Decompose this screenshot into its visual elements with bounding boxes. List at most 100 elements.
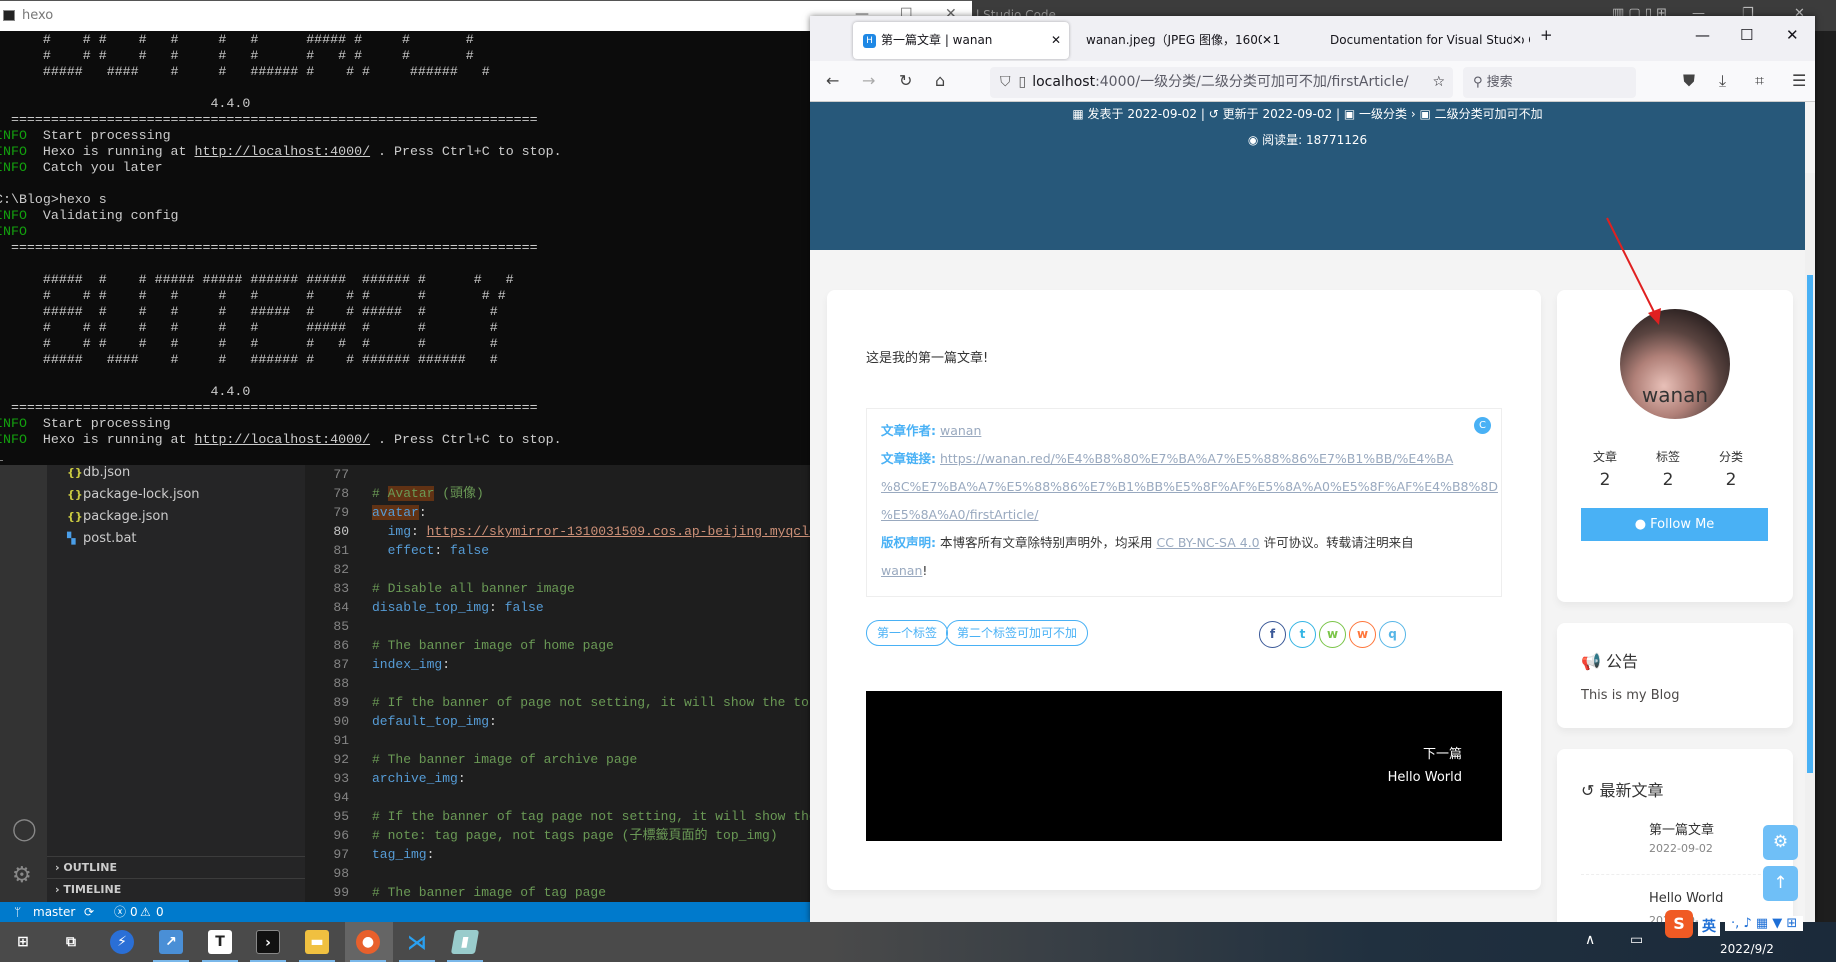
terminal-output[interactable]: # # # # # # # ##### # # # # # # # # # # … (0, 31, 810, 465)
code-line: 94 (305, 788, 810, 807)
branch-icon: ᛘ (14, 905, 22, 919)
ime-language[interactable]: 英 (1698, 916, 1720, 936)
terminal-line: ##### # # ##### ##### ###### ##### #####… (0, 272, 514, 288)
file-item[interactable]: {}db.json (67, 462, 130, 484)
terminal-text: # # # # # # # ##### # # # (0, 32, 474, 47)
clock-date[interactable]: 2022/9/2 (1720, 942, 1774, 956)
code-token: # If the banner of tag page not setting,… (372, 809, 810, 824)
error-icon: ⓧ (114, 905, 127, 919)
code-token: img (372, 524, 412, 539)
code-token: # note: tag page, not tags page (子標籤頁面的 … (372, 828, 778, 843)
code-token: : (457, 771, 466, 786)
network-icon[interactable]: ▭ (1630, 932, 1643, 948)
typora-icon[interactable]: T (208, 930, 232, 954)
terminal-text: C:\Blog>hexo s (0, 192, 107, 207)
terminal-text: # # # # # # # # # # # # (0, 336, 498, 351)
code-line: 77 (305, 465, 810, 484)
code-line: 84 disable_top_img: false (305, 598, 810, 617)
code-text: disable_top_img: false (372, 598, 544, 617)
code-text: tag_img: (372, 845, 434, 864)
terminal-icon[interactable]: › (256, 930, 280, 954)
section-timeline[interactable]: › TIMELINE (47, 878, 305, 900)
terminal-text: 4.4.0 (0, 96, 251, 111)
terminal-text: ========================================… (0, 400, 538, 415)
file-name: post.bat (83, 531, 137, 546)
code-token: : (442, 657, 451, 672)
section-outline[interactable]: › OUTLINE (47, 856, 305, 878)
terminal-line: INFO Hexo is running at http://localhost… (0, 144, 562, 160)
terminal-text: Hexo is running at (26, 432, 195, 447)
json-icon: {} (67, 510, 83, 523)
line-number: 78 (333, 486, 349, 501)
account-icon[interactable]: ◯ (12, 817, 37, 842)
code-token: # If the banner of page not setting, it … (372, 695, 810, 710)
code-token: : (411, 524, 427, 539)
warning-count[interactable]: 0 (156, 902, 164, 922)
line-number: 87 (333, 657, 349, 672)
windows-bat-icon: ▚ (67, 532, 76, 545)
code-token: : (434, 543, 451, 558)
task-view-icon[interactable]: ⧉ (59, 930, 83, 954)
terminal-text: ##### # # # # ##### # # ##### # # (0, 304, 498, 319)
file-item[interactable]: ▚ post.bat (67, 528, 137, 550)
line-number: 79 (333, 505, 349, 520)
gear-icon[interactable]: ⚙ (12, 863, 32, 888)
code-token: : (426, 847, 435, 862)
terminal-line: INFO Hexo is running at http://localhost… (0, 432, 562, 448)
terminal-text: Start processing (26, 416, 171, 431)
sync-icon[interactable]: ⟳ (84, 902, 94, 922)
tray-chevron-icon[interactable]: ∧ (1585, 932, 1595, 948)
code-line: 97 tag_img: (305, 845, 810, 864)
app-icon[interactable]: ⚡ (110, 930, 134, 954)
terminal-line: INFO Validating config (0, 208, 179, 224)
info-prefix: INFO (0, 144, 27, 159)
file-explorer-icon[interactable]: ▬ (305, 930, 329, 954)
code-token: : (489, 600, 505, 615)
localhost-link[interactable]: http://localhost:4000/ (195, 144, 371, 159)
line-number: 84 (333, 600, 349, 615)
terminal-line: ##### #### # # ###### # # # ###### # (0, 64, 490, 80)
sogou-ime-icon[interactable]: S (1665, 910, 1693, 938)
app-icon[interactable]: ▮ (450, 930, 480, 954)
code-token: # Disable all banner image (372, 581, 575, 596)
code-token: # The banner image of archive page (372, 752, 638, 767)
terminal-line: # # # # # # # ##### # # # (0, 32, 474, 48)
line-number: 97 (333, 847, 349, 862)
line-number: 90 (333, 714, 349, 729)
code-token: tag_img (372, 847, 427, 862)
start-icon[interactable]: ⊞ (11, 930, 35, 954)
code-text: default_top_img: (372, 712, 497, 731)
info-prefix: INFO (0, 128, 27, 143)
terminal-line: 4.4.0 (0, 96, 250, 112)
ime-toolbar-icons[interactable]: ·, ♪ ▦ ▼ ⊞ (1725, 916, 1804, 931)
code-text: # The banner image of archive page (372, 750, 637, 769)
file-item[interactable]: {}package.json (67, 506, 169, 528)
app-icon[interactable]: ↗ (159, 930, 183, 954)
code-line: 88 (305, 674, 810, 693)
terminal-line: ========================================… (0, 240, 538, 256)
arrow-head (1648, 308, 1661, 325)
error-count[interactable]: 0 (130, 902, 138, 922)
code-line: 99 # The banner image of tag page (305, 883, 810, 902)
terminal-text: ##### #### # # ###### # # ###### ###### … (0, 352, 498, 367)
terminal-line: INFO Start processing (0, 128, 171, 144)
windows-taskbar: ⊞ ⧉ ⚡ ↗ T › ▬ ● ⋊ ▮ ∧ ▭ S 英 ·, ♪ ▦ ▼ ⊞ 2… (0, 910, 1836, 962)
terminal-title: hexo (22, 8, 54, 23)
terminal-text: . Press Ctrl+C to stop. (370, 144, 562, 159)
code-line: 90 default_top_img: (305, 712, 810, 731)
terminal-line: ========================================… (0, 400, 538, 416)
code-text: # The banner image of home page (372, 636, 614, 655)
vscode-icon[interactable]: ⋊ (405, 930, 429, 954)
code-line: 80 img: https://skymirror-1310031509.cos… (305, 522, 810, 541)
annotation-arrow (1606, 217, 1661, 325)
code-editor[interactable]: 77 78 # Avatar (頭像) 79 avatar: 80 img: https:… (305, 465, 810, 902)
localhost-link[interactable]: http://localhost:4000/ (195, 432, 371, 447)
firefox-icon[interactable]: ● (356, 930, 380, 954)
terminal-line: INFO Start processing (0, 416, 171, 432)
json-icon: {} (67, 488, 83, 501)
code-text: # If the banner of page not setting, it … (372, 693, 810, 712)
file-item[interactable]: {}package-lock.json (67, 484, 200, 506)
branch-label[interactable]: master (33, 902, 75, 922)
line-number: 81 (333, 543, 349, 558)
line-number: 85 (333, 619, 349, 634)
